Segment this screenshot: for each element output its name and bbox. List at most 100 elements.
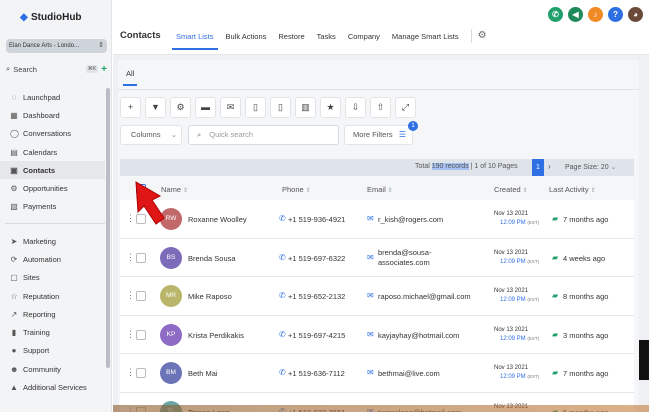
- brand-name: StudioHub: [31, 12, 82, 23]
- sidebar-item-community[interactable]: ☻ Community: [0, 360, 105, 378]
- sidebar-item-reporting[interactable]: ↗ Reporting: [0, 305, 105, 323]
- table-row[interactable]: ⋮ MR Mike Raposo ✆ +1 519-652-2132 ✉ raposo.mi…: [120, 277, 634, 316]
- sites-icon: ▢: [10, 273, 18, 283]
- page-button-current[interactable]: 1: [532, 159, 544, 176]
- gear-icon[interactable]: ⚙: [476, 27, 489, 46]
- contact-email[interactable]: r_kish@rogers.com: [378, 215, 488, 224]
- add-contact-icon[interactable]: +: [120, 97, 141, 118]
- contact-avatar[interactable]: BM: [160, 362, 182, 384]
- column-email[interactable]: Email ⇕: [367, 185, 393, 194]
- sidebar-item-training[interactable]: ▮ Training: [0, 323, 105, 341]
- sidebar-item-sites[interactable]: ▢ Sites: [0, 269, 105, 287]
- activity-icon: ▰: [552, 368, 559, 377]
- contact-phone[interactable]: +1 519-636-7112: [288, 369, 345, 378]
- contact-phone[interactable]: +1 519-652-2132: [288, 292, 345, 301]
- columns-button[interactable]: Columns ⌄: [120, 125, 182, 145]
- tab-restore[interactable]: Restore: [272, 27, 310, 46]
- sidebar-item-calendars[interactable]: ▤ Calendars: [0, 143, 105, 161]
- tab-smart-lists[interactable]: Smart Lists: [170, 27, 220, 50]
- brand-logo[interactable]: ◆ StudioHub: [20, 12, 82, 23]
- column-last-activity[interactable]: Last Activity ⇕: [549, 185, 596, 194]
- email-icon[interactable]: ✉: [220, 97, 241, 118]
- sidebar-item-reputation[interactable]: ☆ Reputation: [0, 287, 105, 305]
- sidebar-scrollbar[interactable]: [106, 88, 110, 368]
- row-checkbox[interactable]: [136, 252, 146, 263]
- search-icon: ⌕: [6, 64, 11, 73]
- sidebar-item-payments[interactable]: ▧ Payments: [0, 198, 105, 216]
- tab-bulk-actions[interactable]: Bulk Actions: [220, 27, 273, 46]
- column-created[interactable]: Created ⇕: [494, 185, 528, 194]
- contact-phone[interactable]: +1 519-697-4215: [288, 331, 345, 340]
- drag-handle-icon[interactable]: ⋮: [126, 290, 135, 301]
- drag-handle-icon[interactable]: ⋮: [126, 329, 135, 340]
- sidebar-item-automation[interactable]: ⟳ Automation: [0, 250, 105, 268]
- sidebar-item-opportunities[interactable]: ⚙ Opportunities: [0, 179, 105, 197]
- contact-avatar[interactable]: BS: [160, 246, 182, 269]
- sidebar-item-contacts[interactable]: ▣ Contacts: [0, 161, 105, 180]
- row-checkbox[interactable]: [136, 368, 146, 378]
- account-switcher[interactable]: Elan Dance Arts - Londo... ⇕: [6, 39, 107, 53]
- cursor-arrow-annotation: [135, 181, 165, 225]
- page-size-select[interactable]: Page Size: 20 ⌄: [565, 163, 616, 171]
- edge-shadow: [639, 340, 649, 380]
- contact-avatar[interactable]: KP: [160, 323, 182, 346]
- contact-email[interactable]: kayjayhay@hotmail.com: [378, 331, 488, 340]
- help-icon[interactable]: ?: [608, 7, 623, 22]
- contact-phone[interactable]: +1 519-697-6322: [288, 254, 345, 263]
- workflow-icon[interactable]: ⚙: [170, 97, 191, 118]
- table-row[interactable]: ⋮ BM Beth Mai ✆ +1 519-636-7112 ✉ bethmai@live…: [120, 354, 634, 393]
- merge-icon[interactable]: ⤢: [395, 97, 416, 118]
- tab-manage-smart-lists[interactable]: Manage Smart Lists: [386, 27, 465, 46]
- tag-add-icon[interactable]: ▯: [245, 97, 266, 118]
- contact-email[interactable]: brenda@sousa-associates.com: [378, 248, 488, 268]
- quick-search-input[interactable]: ⌕ Quick search: [188, 125, 339, 145]
- export-icon[interactable]: ⇧: [370, 97, 391, 118]
- column-phone[interactable]: Phone ⇕: [282, 185, 311, 194]
- sms-icon[interactable]: ▬: [195, 97, 216, 118]
- sort-icon: ⇕: [305, 187, 311, 194]
- sidebar-search[interactable]: ⌕ Search ⌘K +: [6, 63, 107, 75]
- table-row[interactable]: ⋮ BS Brenda Sousa ✆ +1 519-697-6322 ✉ brenda@s…: [120, 238, 634, 277]
- drag-handle-icon[interactable]: ⋮: [126, 367, 135, 378]
- contact-name[interactable]: Beth Mai: [188, 369, 218, 378]
- row-checkbox[interactable]: [136, 329, 146, 340]
- drag-handle-icon[interactable]: ⋮: [126, 252, 135, 263]
- contact-email[interactable]: bethmai@live.com: [378, 369, 488, 378]
- sidebar-item-conversations[interactable]: ◯ Conversations: [0, 125, 105, 143]
- contact-name[interactable]: Brenda Sousa: [188, 254, 236, 263]
- import-icon[interactable]: ⇩: [345, 97, 366, 118]
- contact-name[interactable]: Roxanne Woolley: [188, 215, 247, 224]
- activity-icon: ▰: [552, 329, 559, 339]
- megaphone-icon[interactable]: ◀: [568, 7, 583, 22]
- sidebar-item-additional-services[interactable]: ▲ Additional Services: [0, 378, 105, 396]
- contact-name[interactable]: Krista Perdikakis: [188, 331, 244, 340]
- sidebar-item-support[interactable]: ● Support: [0, 342, 105, 360]
- tag-remove-icon[interactable]: ▯: [270, 97, 291, 118]
- avatar[interactable]: ◕: [628, 7, 643, 22]
- sort-icon: ⇕: [590, 187, 596, 194]
- contact-avatar[interactable]: MR: [160, 285, 182, 307]
- contact-name[interactable]: Mike Raposo: [188, 292, 232, 301]
- activity-icon: ▰: [552, 291, 559, 300]
- phone-icon[interactable]: ✆: [548, 7, 563, 22]
- row-checkbox[interactable]: [136, 291, 146, 301]
- tab-tasks[interactable]: Tasks: [311, 27, 342, 46]
- bell-icon[interactable]: ♪: [588, 7, 603, 22]
- star-icon[interactable]: ★: [320, 97, 341, 118]
- sidebar-item-dashboard[interactable]: ▦ Dashboard: [0, 106, 105, 124]
- delete-icon[interactable]: ▥: [295, 97, 316, 118]
- table-row[interactable]: ⋮ KP Krista Perdikakis ✆ +1 519-697-4215 ✉ kay…: [120, 315, 634, 354]
- filter-icon[interactable]: ▼: [145, 97, 166, 118]
- more-filters-button[interactable]: More Filters ☰: [344, 125, 413, 145]
- tab-all[interactable]: All: [122, 69, 138, 86]
- chevron-right-icon[interactable]: ›: [548, 162, 551, 171]
- search-label: Search: [13, 64, 37, 74]
- contact-email[interactable]: raposo.michael@gmail.com: [378, 292, 488, 301]
- sidebar-item-marketing[interactable]: ➤ Marketing: [0, 232, 105, 250]
- sidebar-item-launchpad[interactable]: ◌ Launchpad: [0, 88, 105, 106]
- community-icon: ☻: [10, 364, 19, 374]
- table-row[interactable]: ⋮ RW Roxanne Woolley ✆ +1 519-936-4921 ✉ r_kis…: [120, 200, 634, 239]
- quick-add-icon[interactable]: +: [101, 64, 107, 75]
- tab-company[interactable]: Company: [342, 27, 386, 46]
- contact-phone[interactable]: +1 519-936-4921: [288, 215, 345, 224]
